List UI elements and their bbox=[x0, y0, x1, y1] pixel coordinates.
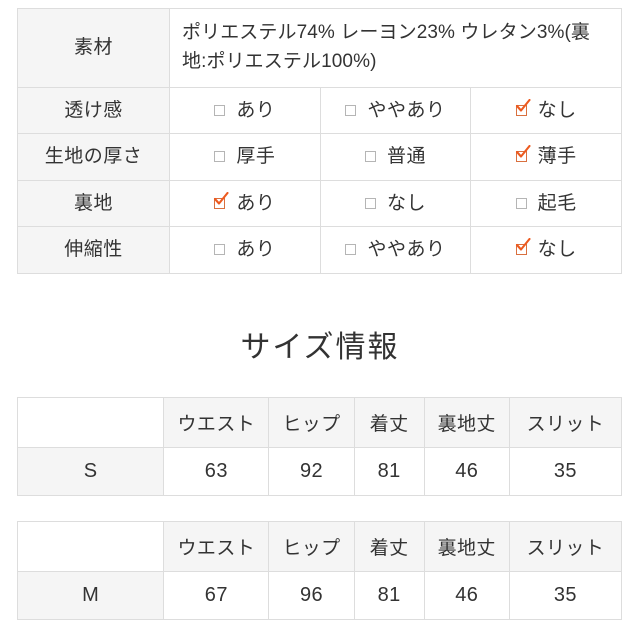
check-mark-icon bbox=[214, 191, 229, 205]
size-cell-hip: 96 bbox=[268, 571, 355, 620]
checkbox-unchecked-icon[interactable] bbox=[364, 150, 378, 163]
fabric-spec-table: 素材 ポリエステル74% レーヨン23% ウレタン3%(裏地:ポリエステル100… bbox=[17, 8, 622, 274]
checkbox-unchecked-icon[interactable] bbox=[214, 150, 227, 163]
checkbox-checked-icon[interactable] bbox=[515, 145, 531, 163]
size-table-m: ウエスト ヒップ 着丈 裏地丈 スリット M 67 96 81 46 35 bbox=[16, 521, 623, 620]
option-cell-thickness-1[interactable]: 厚手 bbox=[169, 133, 321, 181]
size-cell-length: 81 bbox=[353, 571, 425, 620]
checkbox-checked-icon[interactable] bbox=[515, 238, 531, 256]
size-col-header-slit: スリット bbox=[508, 397, 623, 448]
spec-row-label-thickness: 生地の厚さ bbox=[17, 133, 170, 181]
table-row: 透け感 あり ややあり なし bbox=[17, 86, 622, 135]
option-cell-sheerness-3[interactable]: なし bbox=[470, 86, 622, 135]
size-col-header-waist: ウエスト bbox=[163, 521, 270, 572]
size-cell-length: 81 bbox=[353, 447, 425, 496]
option-label: なし bbox=[537, 99, 577, 121]
option-cell-stretch-3[interactable]: なし bbox=[470, 226, 622, 274]
size-col-header-hip: ヒップ bbox=[268, 521, 355, 572]
option-label: ややあり bbox=[367, 99, 446, 121]
option-label: 普通 bbox=[386, 146, 426, 168]
option-cell-stretch-1[interactable]: あり bbox=[169, 226, 321, 274]
size-col-header-length: 着丈 bbox=[353, 397, 425, 448]
checkbox-unchecked-icon[interactable] bbox=[214, 104, 227, 117]
check-mark-icon bbox=[515, 98, 531, 112]
check-mark-icon bbox=[515, 238, 531, 251]
table-row: 裏地 あり なし 起毛 bbox=[17, 179, 622, 228]
size-cell-waist: 63 bbox=[163, 447, 270, 496]
spec-row-label-sheerness: 透け感 bbox=[17, 86, 170, 135]
size-col-header-blank bbox=[16, 521, 165, 572]
option-label: 起毛 bbox=[537, 192, 577, 214]
size-col-header-slit: スリット bbox=[508, 521, 623, 572]
table-header-row: ウエスト ヒップ 着丈 裏地丈 スリット bbox=[16, 397, 623, 448]
size-cell-slit: 35 bbox=[508, 571, 623, 620]
option-label: 薄手 bbox=[537, 146, 577, 168]
table-row: 伸縮性 あり ややあり なし bbox=[17, 226, 622, 274]
option-label: あり bbox=[236, 192, 276, 214]
size-cell-slit: 35 bbox=[508, 447, 623, 496]
size-col-header-lining-length: 裏地丈 bbox=[423, 521, 510, 572]
table-row: 素材 ポリエステル74% レーヨン23% ウレタン3%(裏地:ポリエステル100… bbox=[17, 8, 622, 88]
size-col-header-lining-length: 裏地丈 bbox=[423, 397, 510, 448]
spec-row-label-stretch: 伸縮性 bbox=[17, 226, 170, 274]
option-cell-sheerness-2[interactable]: ややあり bbox=[319, 86, 472, 135]
size-cell-hip: 92 bbox=[268, 447, 355, 496]
check-mark-icon bbox=[515, 145, 531, 158]
size-col-header-hip: ヒップ bbox=[268, 397, 355, 448]
checkbox-unchecked-icon[interactable] bbox=[214, 243, 227, 256]
size-cell-waist: 67 bbox=[163, 571, 270, 620]
checkbox-checked-icon[interactable] bbox=[214, 191, 229, 210]
option-cell-lining-2[interactable]: なし bbox=[319, 179, 472, 228]
checkbox-unchecked-icon[interactable] bbox=[345, 243, 358, 256]
option-cell-sheerness-1[interactable]: あり bbox=[169, 86, 321, 135]
option-cell-thickness-2[interactable]: 普通 bbox=[319, 133, 472, 181]
option-cell-thickness-3[interactable]: 薄手 bbox=[470, 133, 622, 181]
option-cell-stretch-2[interactable]: ややあり bbox=[319, 226, 472, 274]
table-row: 生地の厚さ 厚手 普通 薄手 bbox=[17, 133, 622, 181]
page-title: サイズ情報 bbox=[240, 331, 400, 364]
size-row-label: M bbox=[16, 571, 165, 620]
material-composition-value: ポリエステル74% レーヨン23% ウレタン3%(裏地:ポリエステル100%) bbox=[169, 8, 622, 88]
size-col-header-length: 着丈 bbox=[353, 521, 425, 572]
checkbox-unchecked-icon[interactable] bbox=[345, 104, 358, 117]
product-detail-page: 素材 ポリエステル74% レーヨン23% ウレタン3%(裏地:ポリエステル100… bbox=[0, 0, 640, 640]
option-cell-lining-1[interactable]: あり bbox=[169, 179, 321, 228]
size-col-header-blank bbox=[16, 397, 165, 448]
table-header-row: ウエスト ヒップ 着丈 裏地丈 スリット bbox=[16, 521, 623, 572]
size-cell-lining-length: 46 bbox=[423, 571, 510, 620]
table-row: S 63 92 81 46 35 bbox=[16, 447, 623, 496]
checkbox-unchecked-icon[interactable] bbox=[515, 197, 529, 210]
option-label: ややあり bbox=[367, 239, 446, 261]
checkbox-checked-icon[interactable] bbox=[515, 98, 531, 117]
size-cell-lining-length: 46 bbox=[423, 447, 510, 496]
option-label: あり bbox=[236, 239, 276, 261]
table-row: M 67 96 81 46 35 bbox=[16, 571, 623, 620]
option-label: あり bbox=[236, 99, 276, 121]
size-col-header-waist: ウエスト bbox=[163, 397, 270, 448]
spec-row-label-material: 素材 bbox=[17, 8, 170, 88]
size-row-label: S bbox=[16, 447, 165, 496]
checkbox-unchecked-icon[interactable] bbox=[364, 197, 378, 210]
spec-row-label-lining: 裏地 bbox=[17, 179, 170, 228]
option-label: なし bbox=[386, 192, 426, 214]
option-cell-lining-3[interactable]: 起毛 bbox=[470, 179, 622, 228]
option-label: 厚手 bbox=[236, 146, 276, 168]
option-label: なし bbox=[537, 239, 577, 261]
size-table-s: ウエスト ヒップ 着丈 裏地丈 スリット S 63 92 81 46 35 bbox=[16, 397, 623, 496]
